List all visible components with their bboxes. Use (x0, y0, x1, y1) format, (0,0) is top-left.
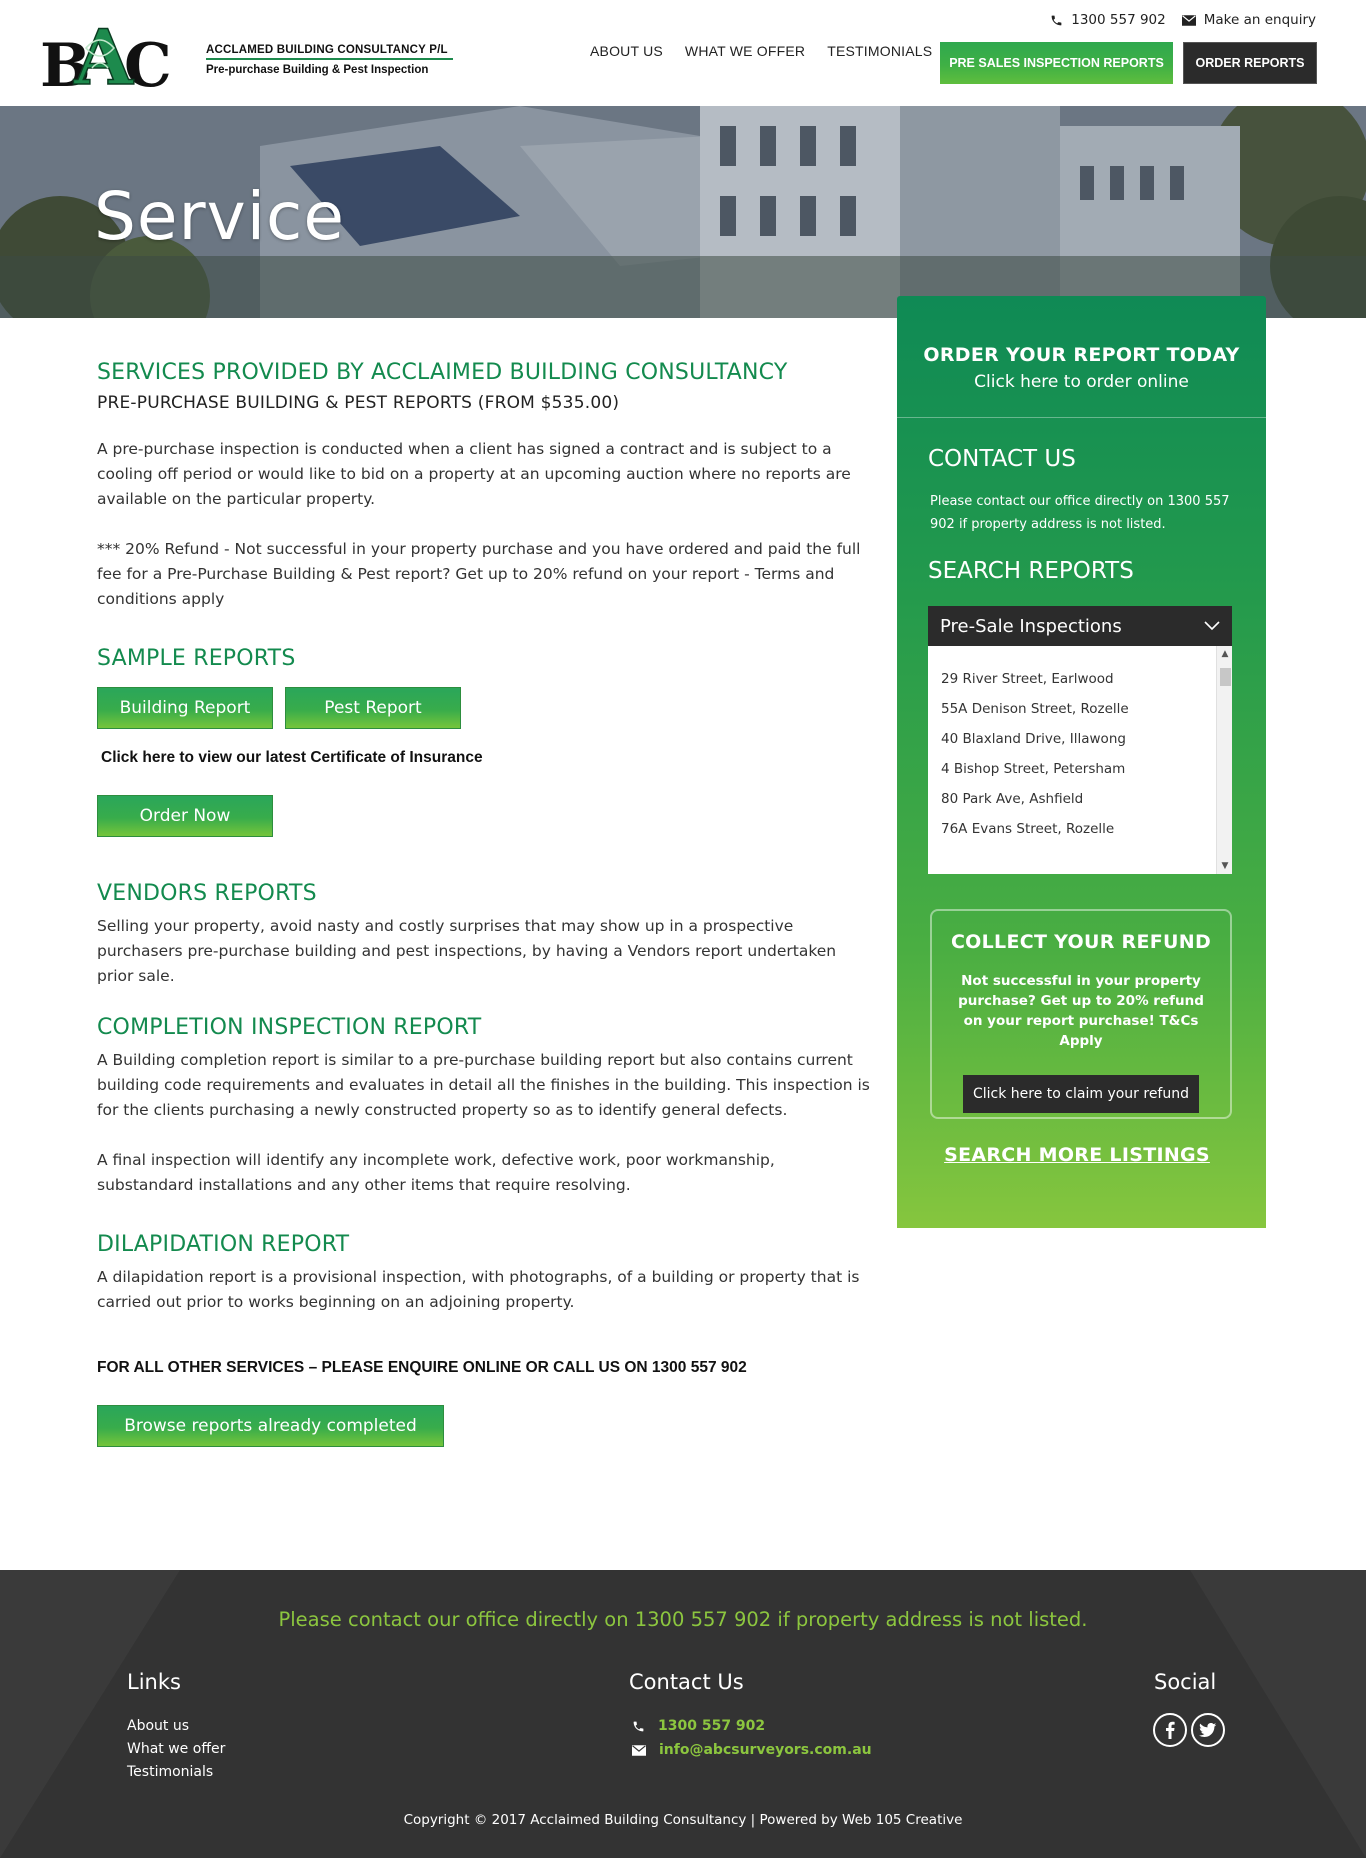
site-header: B C A ACCLAMED BUILDING CONSULTANCY P/L … (0, 0, 1366, 106)
dilapidation-heading: DILAPIDATION REPORT (97, 1232, 350, 1257)
services-heading: SERVICES PROVIDED BY ACCLAIMED BUILDING … (97, 360, 788, 385)
vendors-reports-heading: VENDORS REPORTS (97, 881, 317, 906)
report-type-select-value: Pre-Sale Inspections (940, 615, 1122, 637)
list-item[interactable]: 4 Bishop Street, Petersham (941, 754, 1129, 784)
listings-list[interactable]: 29 River Street, Earlwood 55A Denison St… (928, 646, 1232, 874)
vendors-paragraph: Selling your property, avoid nasty and c… (97, 917, 837, 985)
order-report-title: ORDER YOUR REPORT TODAY (923, 344, 1240, 366)
topbar-phone[interactable]: 1300 557 902 (1050, 12, 1166, 28)
browse-reports-button[interactable]: Browse reports already completed (97, 1405, 444, 1447)
order-now-button[interactable]: Order Now (97, 795, 273, 837)
svg-text:A: A (73, 13, 134, 92)
refund-box: COLLECT YOUR REFUND Not successful in yo… (930, 909, 1232, 1119)
footer-link-about-us[interactable]: About us (127, 1718, 189, 1734)
chevron-down-icon (1204, 621, 1220, 631)
pest-report-button[interactable]: Pest Report (285, 687, 461, 729)
sample-reports-buttons: Building Report Pest Report (97, 687, 872, 729)
main-nav: ABOUT US WHAT WE OFFER TESTIMONIALS (590, 43, 954, 59)
footer-phone-text: 1300 557 902 (658, 1718, 766, 1734)
report-type-select[interactable]: Pre-Sale Inspections (928, 606, 1232, 646)
other-services-note: FOR ALL OTHER SERVICES – PLEASE ENQUIRE … (97, 1359, 747, 1376)
mail-icon (1181, 14, 1196, 26)
hero-banner: Service (0, 106, 1366, 318)
refund-text: Not successful in your property purchase… (958, 973, 1204, 1049)
scroll-down-icon[interactable]: ▼ (1220, 861, 1230, 871)
twitter-link[interactable] (1191, 1713, 1225, 1747)
footer-email[interactable]: info@abcsurveyors.com.au (632, 1742, 872, 1758)
company-tagline: Pre-purchase Building & Pest Inspection (206, 64, 429, 76)
contact-us-heading: CONTACT US (928, 446, 1076, 472)
footer-social-heading: Social (1154, 1670, 1217, 1694)
nav-testimonials[interactable]: TESTIMONIALS (827, 43, 932, 59)
footer-phone[interactable]: 1300 557 902 (632, 1718, 765, 1734)
contact-us-text: Please contact our office directly on 13… (930, 494, 1230, 532)
pre-sales-inspection-button[interactable]: PRE SALES INSPECTION REPORTS (940, 42, 1173, 84)
scroll-up-icon[interactable]: ▲ (1220, 649, 1230, 659)
footer-link-what-we-offer[interactable]: What we offer (127, 1741, 225, 1757)
list-item[interactable]: 55A Denison Street, Rozelle (941, 694, 1129, 724)
page-title: Service (94, 178, 345, 255)
nav-about-us[interactable]: ABOUT US (590, 43, 663, 59)
sample-reports-heading: SAMPLE REPORTS (97, 646, 296, 671)
claim-refund-button[interactable]: Click here to claim your refund (963, 1075, 1199, 1113)
refund-title: COLLECT YOUR REFUND (950, 931, 1212, 953)
footer-contact-heading: Contact Us (629, 1670, 744, 1694)
list-item[interactable]: 76A Evans Street, Rozelle (941, 814, 1129, 844)
phone-icon (633, 1721, 644, 1731)
brand-divider (206, 58, 453, 60)
search-reports-heading: SEARCH REPORTS (928, 558, 1134, 584)
site-footer: Please contact our office directly on 13… (0, 1570, 1366, 1858)
topbar-enquiry[interactable]: Make an enquiry (1181, 12, 1316, 28)
order-reports-button[interactable]: ORDER REPORTS (1183, 42, 1317, 84)
refund-note: *** 20% Refund - Not successful in your … (97, 540, 861, 608)
pre-purchase-subheading: PRE-PURCHASE BUILDING & PEST REPORTS (FR… (97, 393, 620, 413)
completion-paragraph-2: A final inspection will identify any inc… (97, 1151, 775, 1194)
footer-email-text: info@abcsurveyors.com.au (659, 1742, 872, 1758)
list-item[interactable]: 40 Blaxland Drive, Illawong (941, 724, 1129, 754)
list-item[interactable]: 80 Park Ave, Ashfield (941, 784, 1129, 814)
search-more-listings-link[interactable]: SEARCH MORE LISTINGS (897, 1144, 1257, 1166)
order-report-panel[interactable]: ORDER YOUR REPORT TODAY Click here to or… (897, 296, 1266, 418)
scrollbar-thumb[interactable] (1220, 668, 1231, 686)
footer-link-testimonials[interactable]: Testimonials (127, 1764, 213, 1780)
listings-items: 29 River Street, Earlwood 55A Denison St… (941, 664, 1129, 844)
intro-paragraph: A pre-purchase inspection is conducted w… (97, 440, 851, 508)
listings-scrollbar[interactable]: ▲ ▼ (1216, 646, 1232, 874)
building-report-button[interactable]: Building Report (97, 687, 273, 729)
main-content: SERVICES PROVIDED BY ACCLAIMED BUILDING … (97, 360, 872, 1447)
mail-icon (632, 1744, 646, 1756)
company-name: ACCLAMED BUILDING CONSULTANCY P/L (206, 44, 448, 56)
insurance-certificate-text: Click here to view our latest Certificat… (101, 749, 483, 766)
sidebar: ORDER YOUR REPORT TODAY Click here to or… (897, 296, 1266, 1228)
completion-inspection-heading: COMPLETION INSPECTION REPORT (97, 1015, 482, 1040)
list-item[interactable]: 29 River Street, Earlwood (941, 664, 1129, 694)
copyright-text: Copyright © 2017 Acclaimed Building Cons… (403, 1812, 963, 1828)
order-online-link[interactable]: Click here to order online (897, 372, 1266, 392)
phone-icon (1051, 15, 1062, 25)
completion-paragraph-1: A Building completion report is similar … (97, 1051, 870, 1119)
topbar-enquiry-text: Make an enquiry (1203, 12, 1316, 28)
footer-links-heading: Links (127, 1670, 181, 1694)
facebook-link[interactable] (1153, 1713, 1187, 1747)
facebook-icon (1166, 1721, 1175, 1739)
insurance-certificate-link[interactable]: Click here to view our latest Certificat… (101, 749, 872, 767)
nav-what-we-offer[interactable]: WHAT WE OFFER (685, 43, 805, 59)
top-contact-bar: 1300 557 902 Make an enquiry (1050, 12, 1316, 28)
twitter-icon (1199, 1722, 1217, 1737)
footer-contact-message: Please contact our office directly on 13… (278, 1608, 1088, 1631)
topbar-phone-text: 1300 557 902 (1071, 12, 1166, 28)
bac-logo[interactable]: B C A (40, 12, 185, 92)
dilapidation-paragraph: A dilapidation report is a provisional i… (97, 1268, 860, 1311)
